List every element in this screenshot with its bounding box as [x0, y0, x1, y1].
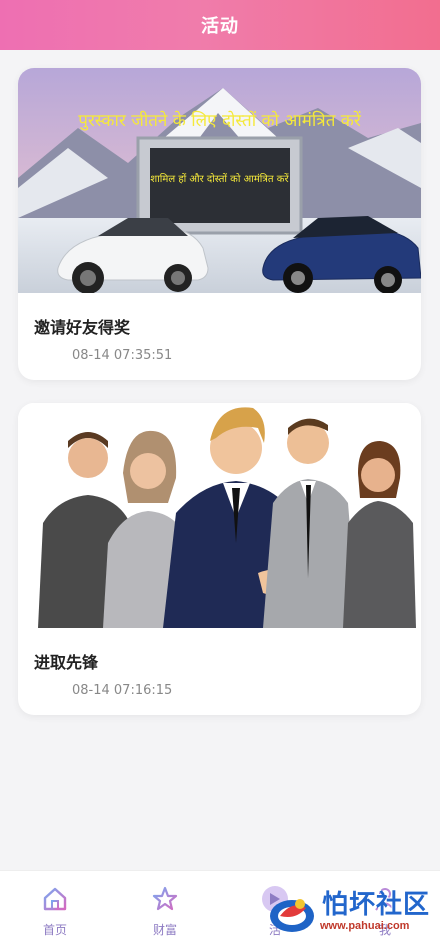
banner-headline: पुरस्कार जीतने के लिए दोस्तों को आमंत्रि…	[78, 111, 361, 131]
star-icon	[152, 886, 178, 911]
tab-label: 财富	[152, 923, 177, 937]
tab-wealth[interactable]: 财富	[110, 871, 220, 950]
site-watermark: 怕坏社区 www.pahuai.com	[266, 880, 440, 950]
banner-subtitle: शामिल हों और दोस्तों को आमंत्रित करें	[150, 174, 289, 185]
tab-label: 首页	[42, 923, 67, 937]
activity-title: 邀请好友得奖	[34, 318, 131, 337]
activity-card-invite[interactable]: पुरस्कार जीतने के लिए दोस्तों को आमंत्रि…	[18, 68, 421, 380]
watermark-logo-icon	[270, 899, 314, 932]
home-icon	[43, 887, 67, 911]
page-title: 活动	[201, 16, 239, 37]
tab-home[interactable]: 首页	[0, 871, 110, 950]
activity-card-pioneer[interactable]: 进取先锋 08-14 07:16:15	[18, 403, 421, 715]
activity-time: 08-14 07:35:51	[72, 348, 173, 363]
activity-banner-pioneer	[18, 403, 421, 628]
watermark-brand: 怕坏社区	[322, 890, 431, 920]
activity-title: 进取先锋	[34, 653, 99, 672]
watermark-url: www.pahuai.com	[320, 920, 410, 932]
activity-banner-invite: पुरस्कार जीतने के लिए दोस्तों को आमंत्रि…	[18, 68, 421, 293]
activity-time: 08-14 07:16:15	[72, 683, 173, 698]
page-header: 活动	[0, 0, 440, 50]
